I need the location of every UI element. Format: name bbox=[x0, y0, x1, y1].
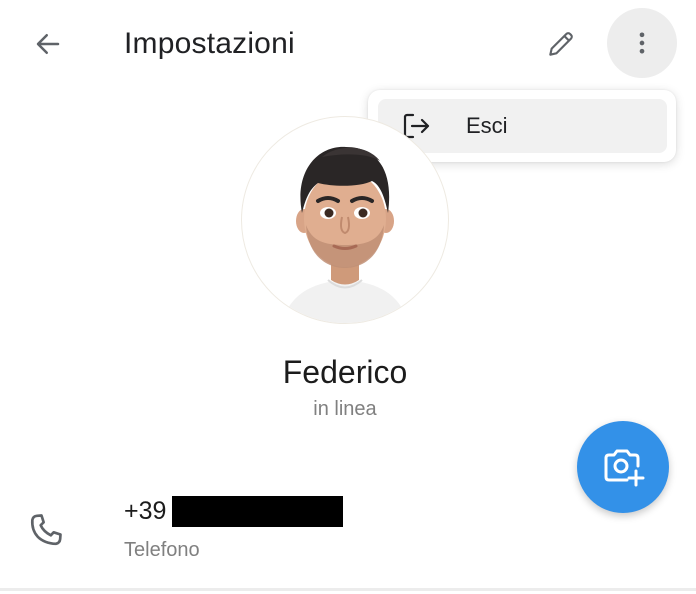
memoji-avatar-image bbox=[282, 146, 408, 323]
edit-button[interactable] bbox=[535, 18, 587, 70]
page-title: Impostazioni bbox=[124, 27, 295, 60]
profile-status: in linea bbox=[313, 398, 377, 420]
phone-label: Telefono bbox=[124, 539, 200, 561]
redacted-phone-number bbox=[172, 495, 344, 527]
arrow-left-icon bbox=[36, 34, 60, 54]
menu-item-logout[interactable]: Esci bbox=[378, 99, 667, 153]
pencil-icon bbox=[549, 32, 573, 56]
divider bbox=[0, 588, 696, 591]
profile-name: Federico bbox=[282, 354, 408, 390]
avatar[interactable] bbox=[241, 116, 449, 324]
more-options-button[interactable] bbox=[607, 8, 677, 78]
phone-icon bbox=[30, 514, 62, 546]
camera-add-icon bbox=[604, 449, 645, 487]
phone-number[interactable]: +39 bbox=[124, 495, 344, 527]
phone-prefix: +39 bbox=[124, 497, 167, 525]
menu-item-label: Esci bbox=[466, 113, 508, 138]
set-photo-button[interactable] bbox=[577, 421, 669, 513]
back-button[interactable] bbox=[22, 18, 74, 70]
more-vertical-icon bbox=[639, 32, 645, 54]
